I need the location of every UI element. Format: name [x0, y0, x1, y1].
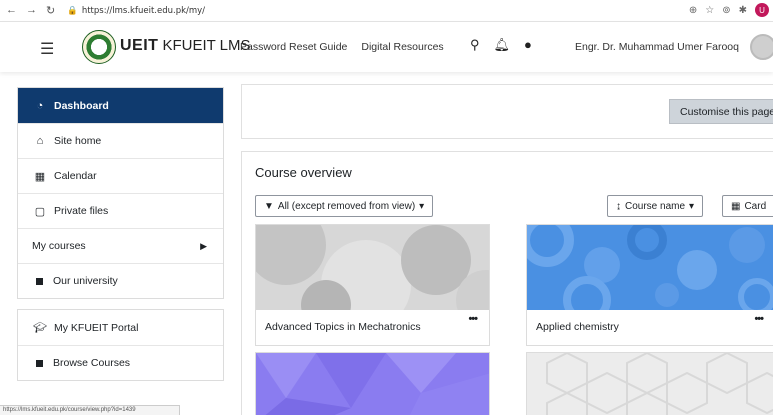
bell-icon[interactable]: 🔔︎	[494, 37, 511, 53]
star-icon[interactable]: ☆	[705, 5, 714, 16]
sidebar-item-label: Browse Courses	[53, 357, 131, 369]
top-menu: Password Reset Guide Digital Resources	[240, 41, 444, 53]
course-card[interactable]	[255, 352, 490, 415]
course-pattern-grey	[256, 225, 489, 310]
square-bullet-icon	[36, 359, 43, 367]
course-pattern-blue	[527, 225, 773, 310]
file-icon: ▢	[34, 205, 46, 218]
search-icon[interactable]: ⚲	[470, 37, 480, 53]
filter-icon: ▼	[264, 200, 274, 212]
sidebar-item-label: My courses	[32, 240, 86, 252]
more-options-icon[interactable]: •••	[754, 313, 764, 325]
puzzle-icon[interactable]: ✱	[739, 5, 747, 16]
address-bar[interactable]: 🔒 https://lms.kfueit.edu.pk/my/	[67, 6, 205, 16]
extension-icon[interactable]: ⊚	[722, 5, 730, 16]
browser-icons: ⊕ ☆ ⊚ ✱ U	[689, 3, 769, 17]
course-image[interactable]	[527, 225, 773, 310]
url-text: https://lms.kfueit.edu.pk/my/	[81, 5, 206, 16]
sidebar-item-calendar[interactable]: ▦ Calendar	[18, 158, 223, 193]
reload-icon[interactable]: ↻	[46, 4, 55, 17]
course-image[interactable]	[256, 225, 489, 310]
brand-text: KFUEIT LMS	[162, 37, 251, 54]
course-name[interactable]: Advanced Topics in Mechatronics	[265, 321, 421, 333]
sidebar-item-label: Site home	[54, 135, 102, 147]
course-name[interactable]: Applied chemistry	[536, 321, 619, 333]
course-sort-dropdown[interactable]: ↨ Course name ▾	[607, 195, 704, 217]
sidebar-item-private-files[interactable]: ▢ Private files	[18, 193, 223, 228]
site-navbar: ☰ UEIT KFUEIT LMS Password Reset Guide D…	[0, 22, 773, 72]
graduation-cap-icon: 🎓︎	[33, 322, 47, 334]
caret-down-icon: ▾	[419, 200, 425, 212]
menu-digital-resources[interactable]: Digital Resources	[361, 41, 443, 53]
course-image[interactable]	[256, 353, 489, 415]
sidebar-item-dashboard[interactable]: ◔ Dashboard	[18, 88, 223, 123]
grid-icon: ▦	[731, 200, 741, 212]
calendar-icon: ▦	[34, 170, 46, 183]
sidebar-item-my-kfueit-portal[interactable]: 🎓︎ My KFUEIT Portal	[18, 310, 223, 345]
sidebar-item-my-courses[interactable]: My courses ▶	[18, 228, 223, 263]
chat-icon[interactable]: ●	[524, 37, 532, 53]
sidebar-item-label: Our university	[53, 275, 118, 287]
course-filter-dropdown[interactable]: ▼ All (except removed from view) ▾	[255, 195, 434, 217]
course-view-dropdown[interactable]: ▦ Card	[722, 195, 773, 217]
caret-right-icon: ▶	[200, 240, 207, 251]
sidebar-item-our-university[interactable]: Our university	[18, 263, 223, 298]
customise-page-button[interactable]: Customise this page	[669, 99, 773, 124]
course-pattern-purple	[256, 353, 489, 415]
forward-icon[interactable]: →	[26, 4, 37, 17]
home-icon: ⌂	[36, 135, 44, 147]
sort-label: Course name	[625, 200, 686, 212]
sort-icon: ↨	[616, 200, 621, 212]
nav-group-portal: 🎓︎ My KFUEIT Portal Browse Courses	[17, 309, 224, 381]
profile-icon[interactable]: U	[755, 3, 769, 17]
zoom-icon[interactable]: ⊕	[689, 5, 697, 16]
lock-icon: 🔒	[67, 5, 78, 16]
university-logo[interactable]	[82, 30, 116, 64]
back-icon[interactable]: ←	[6, 4, 17, 17]
course-pattern-hexagon	[527, 353, 773, 415]
left-sidebar: ◔ Dashboard ⌂ Site home ▦ Calendar ▢ Pri…	[17, 87, 224, 391]
sidebar-item-browse-courses[interactable]: Browse Courses	[18, 345, 223, 380]
more-options-icon[interactable]: •••	[468, 313, 478, 325]
brand-bold: UEIT	[120, 37, 159, 54]
navbar-icons: ⚲ 🔔︎ ●	[470, 37, 532, 53]
user-name[interactable]: Engr. Dr. Muhammad Umer Farooq	[575, 41, 739, 53]
filter-label: All (except removed from view)	[277, 200, 416, 212]
sidebar-item-label: My KFUEIT Portal	[54, 321, 139, 334]
sidebar-item-label: Calendar	[54, 170, 97, 182]
sidebar-item-site-home[interactable]: ⌂ Site home	[18, 123, 223, 158]
course-image[interactable]	[527, 353, 773, 415]
square-bullet-icon	[36, 277, 43, 285]
tachometer-icon: ◔	[36, 99, 44, 112]
browser-nav: ← → ↻	[6, 4, 55, 17]
nav-group-main: ◔ Dashboard ⌂ Site home ▦ Calendar ▢ Pri…	[17, 87, 224, 299]
browser-toolbar: ← → ↻ 🔒 https://lms.kfueit.edu.pk/my/ ⊕ …	[0, 0, 773, 22]
course-card[interactable]: Advanced Topics in Mechatronics •••	[255, 224, 490, 346]
sidebar-item-label: Private files	[54, 205, 109, 217]
course-overview-title: Course overview	[255, 165, 352, 180]
sidebar-item-label: Dashboard	[54, 99, 109, 112]
hamburger-menu-icon[interactable]: ☰	[40, 39, 54, 59]
menu-password-reset-guide[interactable]: Password Reset Guide	[240, 41, 347, 53]
course-card[interactable]	[526, 352, 773, 415]
browser-status-bar: https://lms.kfueit.edu.pk/course/view.ph…	[0, 405, 180, 415]
avatar[interactable]	[750, 34, 773, 60]
site-brand[interactable]: UEIT KFUEIT LMS	[120, 37, 251, 55]
course-card[interactable]: Applied chemistry •••	[526, 224, 773, 346]
view-label: Card	[744, 200, 767, 212]
caret-down-icon: ▾	[689, 200, 695, 212]
